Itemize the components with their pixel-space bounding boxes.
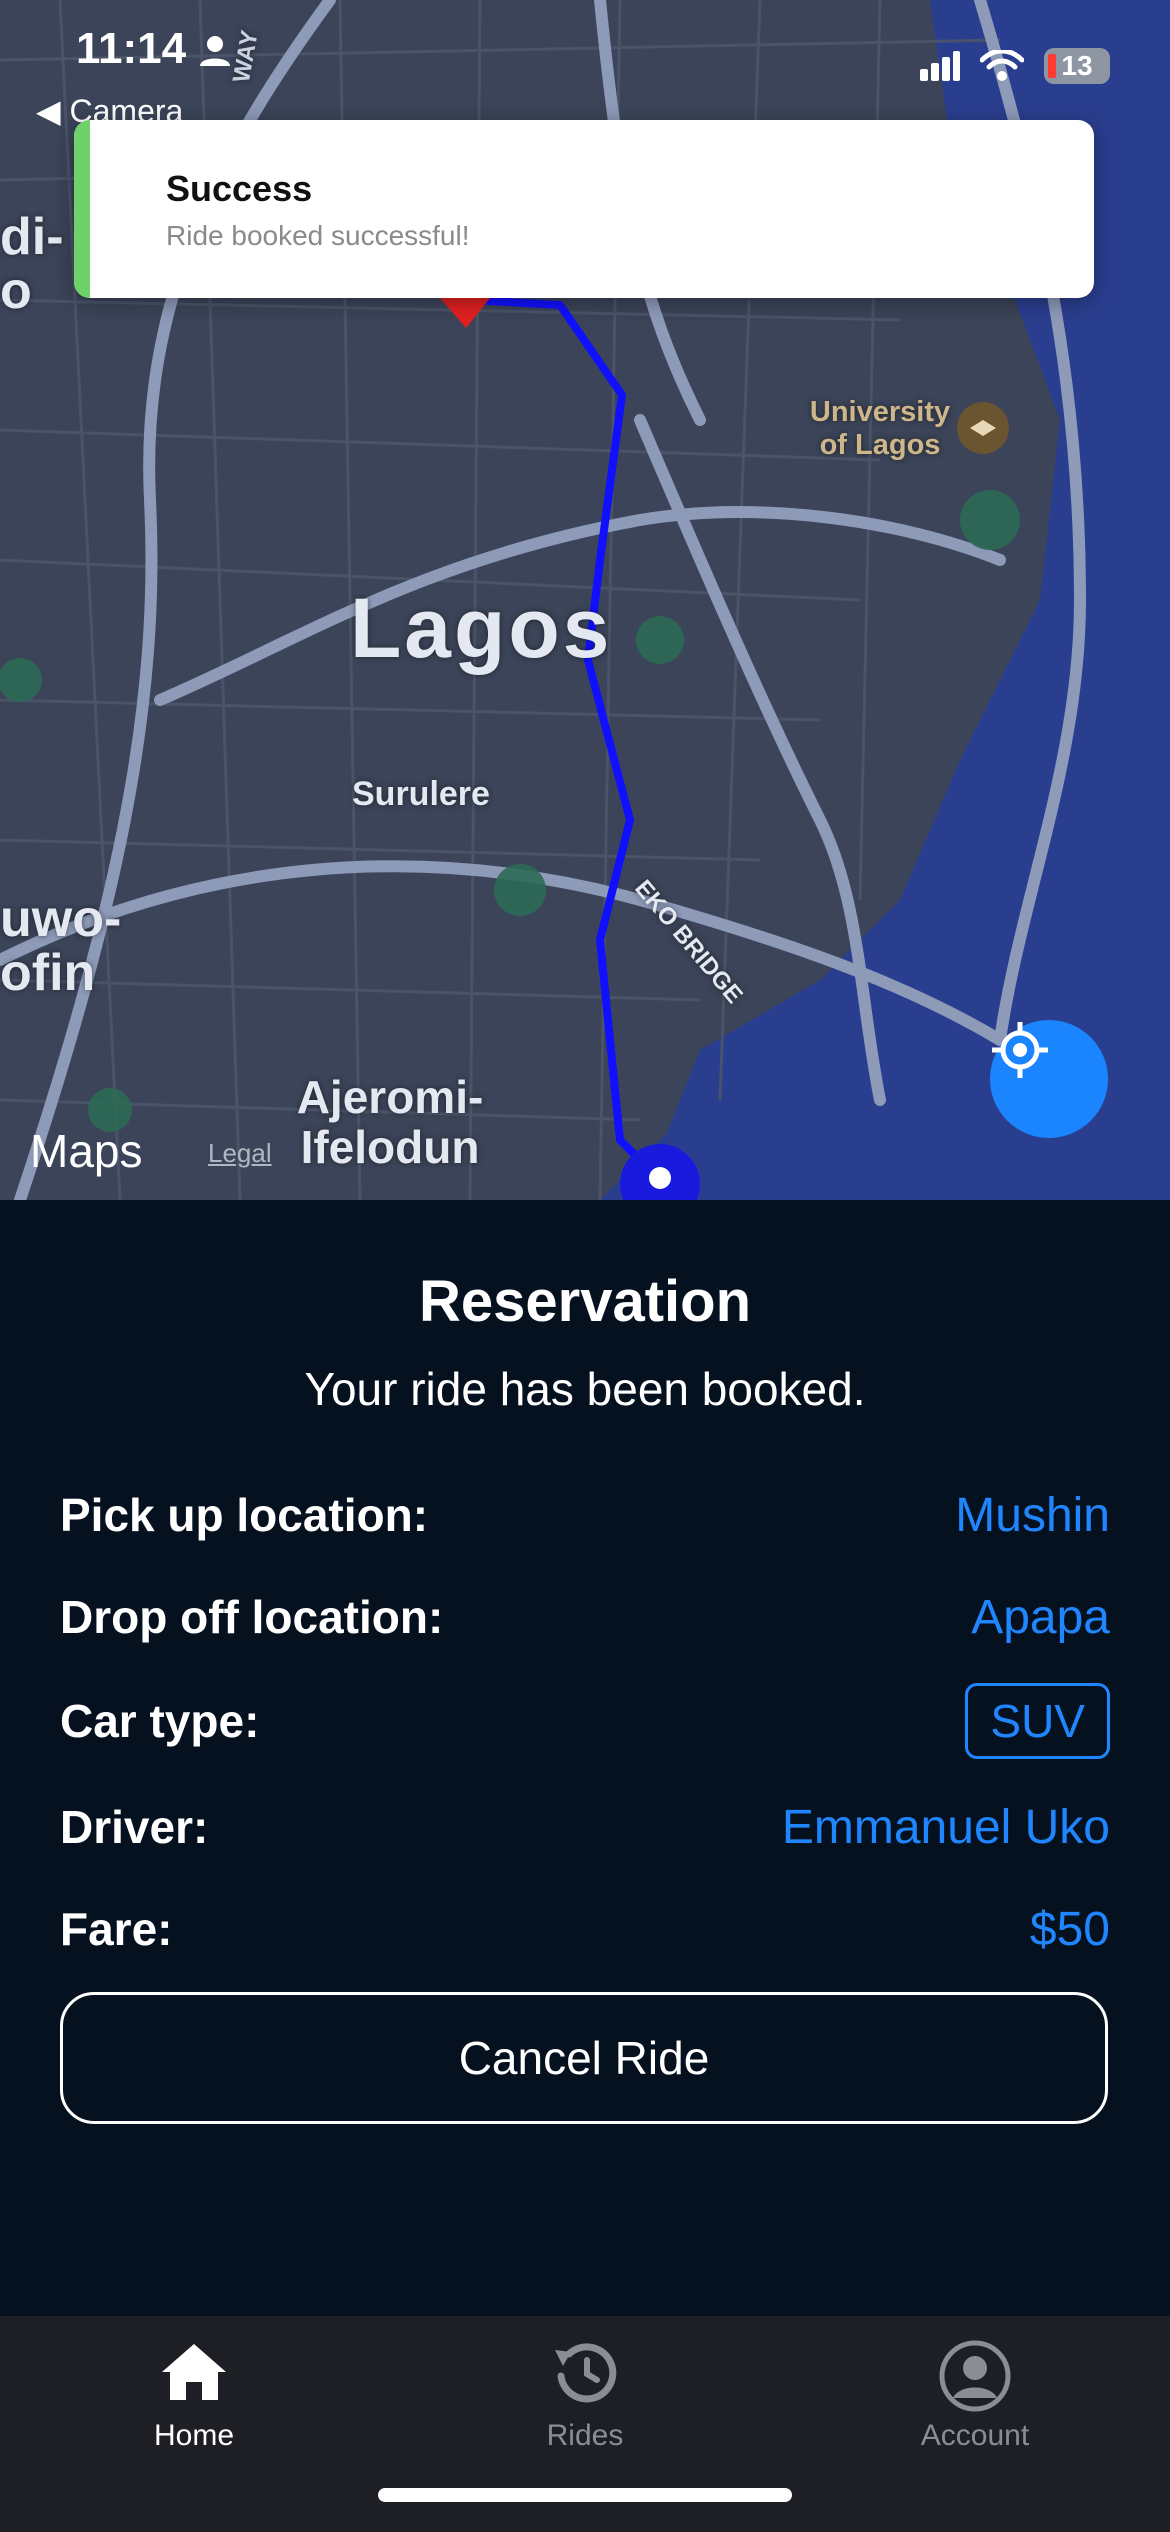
reservation-subtitle: Your ride has been booked. <box>304 1363 866 1415</box>
person-icon <box>200 36 230 66</box>
crosshair-icon <box>992 1022 1048 1078</box>
tab-home-label: Home <box>153 2419 235 2452</box>
wifi-icon <box>980 50 1024 81</box>
driver-row: Driver: Emmanuel Uko <box>60 1792 1110 1862</box>
tab-home[interactable]: Home <box>74 2340 314 2453</box>
toast-accent-bar <box>74 120 90 298</box>
car-type-label: Car type: <box>60 1695 260 1747</box>
toast-title: Success <box>166 168 313 209</box>
battery-low-indicator <box>1048 54 1056 78</box>
status-icons: 13 <box>920 48 1110 84</box>
battery-level: 13 <box>1061 50 1093 81</box>
pickup-row: Pick up location: Mushin <box>60 1480 1110 1550</box>
home-icon <box>162 2344 226 2400</box>
history-icon <box>555 2343 617 2403</box>
fare-value: $50 <box>1029 1902 1110 1956</box>
car-type-row: Car type: SUV <box>60 1683 1110 1759</box>
dropoff-label: Drop off location: <box>60 1591 444 1643</box>
tab-account[interactable]: Account <box>855 2340 1095 2453</box>
cellular-signal-icon <box>920 51 960 81</box>
dropoff-row: Drop off location: Apapa <box>60 1582 1110 1652</box>
car-type-chip: SUV <box>965 1683 1110 1759</box>
maps-attribution: Maps <box>30 1125 143 1177</box>
reservation-sheet: Reservation Your ride has been booked. P… <box>0 1200 1170 2316</box>
pickup-value: Mushin <box>955 1488 1110 1542</box>
driver-label: Driver: <box>60 1801 209 1853</box>
tab-rides[interactable]: Rides <box>465 2340 705 2453</box>
legal-link[interactable]: Legal <box>208 1138 272 1169</box>
tab-account-label: Account <box>920 2419 1030 2452</box>
status-bar: 11:14 ◀ Camera 13 <box>0 0 1170 129</box>
pickup-label: Pick up location: <box>60 1489 429 1541</box>
success-toast[interactable]: Success Ride booked successful! <box>74 120 1094 298</box>
status-time: 11:14 <box>76 24 187 73</box>
tab-rides-label: Rides <box>546 2419 624 2452</box>
toast-message: Ride booked successful! <box>166 220 470 251</box>
map-label-left-mid: uwo- ofin <box>0 890 122 1002</box>
driver-value: Emmanuel Uko <box>781 1800 1110 1854</box>
map-label-left-top: di- o <box>0 208 64 320</box>
map-label-surulere: Surulere <box>352 775 490 813</box>
home-indicator <box>378 2488 792 2502</box>
map-label-ajeromi: Ajeromi-Ifelodun <box>296 1071 484 1173</box>
reservation-title: Reservation <box>418 1269 752 1334</box>
cancel-ride-button[interactable]: Cancel Ride <box>60 1992 1108 2124</box>
map-label-university: University of Lagos <box>809 396 951 461</box>
battery-indicator: 13 <box>1044 48 1110 84</box>
map-label-city: Lagos <box>350 581 613 675</box>
dropoff-value: Apapa <box>971 1590 1110 1644</box>
locate-me-button[interactable] <box>990 1020 1108 1138</box>
account-icon <box>939 2340 1011 2412</box>
fare-row: Fare: $50 <box>60 1894 1110 1964</box>
fare-label: Fare: <box>60 1903 173 1955</box>
apple-maps-logo: Maps <box>30 1124 142 1178</box>
